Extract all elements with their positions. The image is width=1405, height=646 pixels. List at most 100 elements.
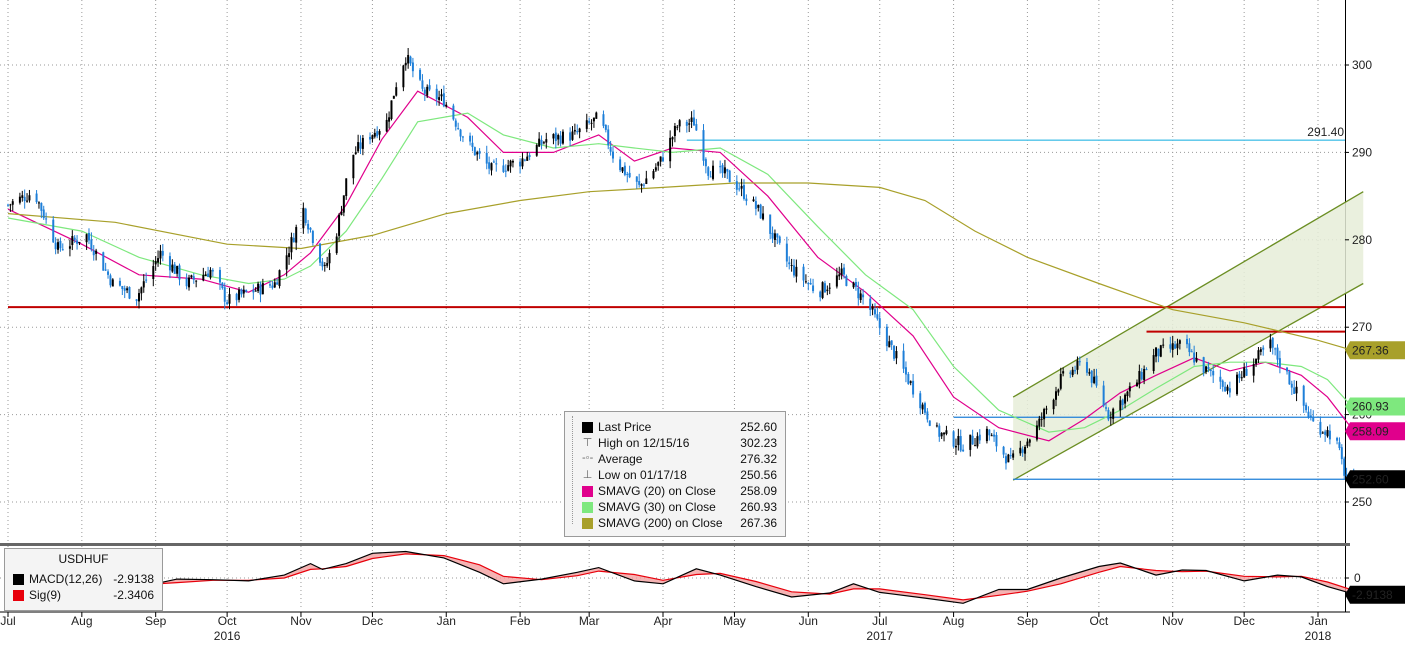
candle-body xyxy=(276,282,279,285)
candle-body xyxy=(1319,421,1322,435)
legend-value: 267.36 xyxy=(740,516,777,530)
candle-body xyxy=(912,380,915,395)
legend-swatch xyxy=(582,422,593,433)
candle-body xyxy=(621,167,624,172)
candle-body xyxy=(157,258,160,263)
candle-body xyxy=(345,178,348,196)
legend-value: 250.56 xyxy=(740,468,777,482)
candle-body xyxy=(823,283,826,293)
candle-body xyxy=(921,404,924,410)
candle-body xyxy=(819,291,822,298)
candle-body xyxy=(11,201,14,205)
candle-body xyxy=(952,431,955,447)
candle-body xyxy=(645,178,648,184)
legend-row: ⊤ High on 12/15/16 302.23 xyxy=(565,436,785,452)
candle-body xyxy=(1293,387,1296,394)
candle-body xyxy=(492,161,495,163)
candle-body xyxy=(828,287,831,289)
candle-body xyxy=(1157,348,1160,357)
candle-body xyxy=(590,122,593,124)
candle-body xyxy=(1305,404,1308,411)
candle-body xyxy=(145,279,148,281)
candle-body xyxy=(1105,407,1108,409)
candle-body xyxy=(1224,386,1227,392)
candle-body xyxy=(228,294,231,304)
legend-value: 258.09 xyxy=(740,484,777,498)
candle-body xyxy=(411,62,414,72)
candle-body xyxy=(121,285,124,290)
candle-body xyxy=(571,131,574,140)
candle-body xyxy=(302,207,305,229)
y-tick-label: 280 xyxy=(1352,233,1372,247)
candle-body xyxy=(52,219,55,243)
candle-body xyxy=(569,132,572,141)
candle-body xyxy=(290,237,293,253)
candle-body xyxy=(1255,358,1258,364)
candle-body xyxy=(445,104,448,107)
candle-body xyxy=(1076,360,1079,370)
candle-body xyxy=(1078,361,1081,363)
candle-body xyxy=(904,367,907,375)
price-value-tag-3: 252.60 xyxy=(1345,470,1405,489)
candle-body xyxy=(540,139,543,145)
candle-body xyxy=(573,129,576,132)
candle-body xyxy=(938,425,941,437)
candle-body xyxy=(726,169,729,172)
candle-body xyxy=(1012,453,1015,458)
candle-body xyxy=(1138,370,1141,385)
candle-body xyxy=(1109,417,1112,419)
candle-body xyxy=(888,341,891,348)
candle-body xyxy=(623,165,626,175)
candle-body xyxy=(1240,377,1243,379)
candle-body xyxy=(1095,375,1098,386)
candle-body xyxy=(140,287,143,294)
candle-body xyxy=(1159,345,1162,357)
candle-body xyxy=(926,411,929,420)
x-tick-label: Nov xyxy=(1162,614,1183,628)
candle-body xyxy=(218,269,221,283)
candle-body xyxy=(788,262,791,265)
candle-body xyxy=(1295,386,1298,394)
candle-body xyxy=(45,218,48,220)
candle-body xyxy=(226,302,229,305)
candle-body xyxy=(407,54,410,64)
candle-body xyxy=(1178,340,1181,344)
candle-body xyxy=(57,242,60,250)
candle-body xyxy=(419,69,422,80)
candle-body xyxy=(893,345,896,359)
candle-body xyxy=(178,265,181,280)
candle-body xyxy=(504,170,507,172)
candle-body xyxy=(1107,409,1110,420)
candle-body xyxy=(61,249,64,251)
candle-body xyxy=(342,195,345,213)
candle-body xyxy=(311,231,314,244)
candle-body xyxy=(985,428,988,442)
legend-value: 302.23 xyxy=(740,436,777,450)
candle-body xyxy=(526,156,529,161)
candle-body xyxy=(1269,339,1272,349)
candle-body xyxy=(254,290,257,292)
candle-body xyxy=(895,351,898,359)
legend-row: ⊥ Low on 01/17/18 250.56 xyxy=(565,468,785,484)
candle-body xyxy=(1062,371,1065,374)
candle-body xyxy=(1343,458,1346,476)
candle-body xyxy=(978,434,981,441)
candle-body xyxy=(1262,347,1265,350)
macd-legend-value: -2.3406 xyxy=(113,588,154,602)
candle-body xyxy=(271,285,274,288)
candle-body xyxy=(1071,369,1074,376)
macd-legend-swatch xyxy=(13,590,24,601)
candle-body xyxy=(152,266,155,280)
candle-body xyxy=(1145,369,1148,371)
candle-body xyxy=(721,165,724,174)
candle-body xyxy=(138,293,140,302)
candle-body xyxy=(957,435,960,446)
candle-body xyxy=(509,160,512,167)
candle-body xyxy=(107,271,110,275)
candle-body xyxy=(754,201,757,209)
candle-body xyxy=(1038,418,1041,427)
price-value-tag-1: 260.93 xyxy=(1345,397,1405,416)
candle-body xyxy=(759,204,762,219)
candle-body xyxy=(769,214,772,234)
x-year-label: 2018 xyxy=(1305,629,1332,643)
